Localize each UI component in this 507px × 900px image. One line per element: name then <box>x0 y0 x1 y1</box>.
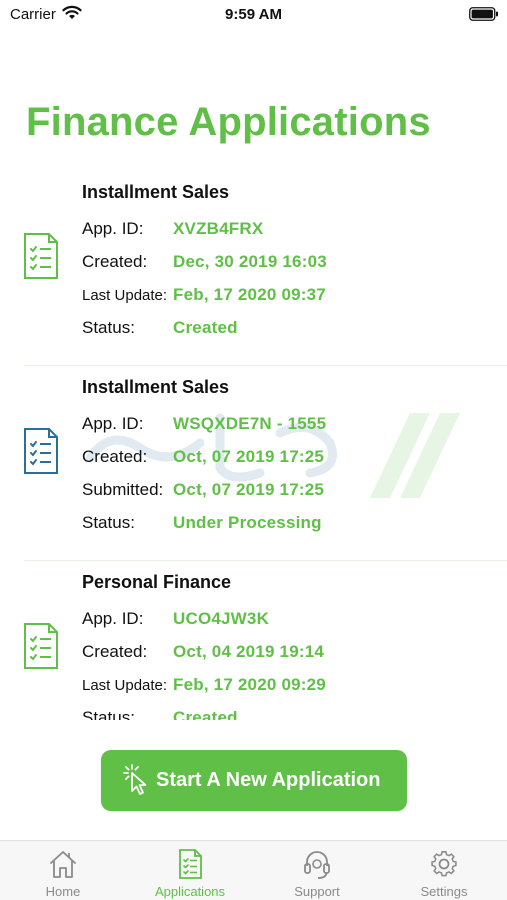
created-row: Created: Oct, 04 2019 19:14 <box>82 642 502 664</box>
document-list-icon <box>175 848 205 880</box>
home-icon <box>48 848 78 880</box>
field-label: Submitted: <box>82 480 164 499</box>
tab-label: Settings <box>420 884 468 899</box>
field-label: Created: <box>82 642 148 661</box>
status-value: Created <box>173 708 238 720</box>
clock: 9:59 AM <box>225 6 282 23</box>
field-value: UCO4JW3K <box>173 609 270 628</box>
application-type: Installment Sales <box>82 377 230 397</box>
field-value: XVZB4FRX <box>173 219 264 238</box>
document-list-icon <box>22 427 60 475</box>
tab-bar: Home Applications Support Settings <box>0 840 507 900</box>
last-update-row: Last Update: Feb, 17 2020 09:37 <box>82 285 502 307</box>
application-card[interactable]: Personal Finance App. ID: UCO4JW3K Creat… <box>0 562 507 720</box>
tab-support[interactable]: Support <box>254 841 380 900</box>
last-update-row: Last Update: Feb, 17 2020 09:29 <box>82 675 502 697</box>
battery-icon <box>469 7 499 26</box>
start-new-application-button[interactable]: Start A New Application <box>101 750 407 811</box>
application-type: Personal Finance <box>82 572 232 592</box>
status-row: Status: Created <box>82 708 502 720</box>
field-label: Status: <box>82 708 135 720</box>
application-card[interactable]: Installment Sales App. ID: WSQXDE7N - 15… <box>0 367 507 562</box>
field-value: Dec, 30 2019 16:03 <box>173 252 327 271</box>
app-id-row: App. ID: UCO4JW3K <box>82 609 502 631</box>
application-type: Installment Sales <box>82 182 230 202</box>
pointer-click-icon <box>121 764 151 796</box>
headset-icon <box>302 848 332 880</box>
tab-home[interactable]: Home <box>0 841 126 900</box>
applications-list[interactable]: Installment Sales App. ID: XVZB4FRX Crea… <box>0 172 507 720</box>
field-label: Status: <box>82 513 135 532</box>
application-card[interactable]: Installment Sales App. ID: XVZB4FRX Crea… <box>0 172 507 367</box>
tab-label: Home <box>45 884 81 899</box>
submitted-row: Submitted: Oct, 07 2019 17:25 <box>82 480 502 502</box>
field-label: Created: <box>82 447 148 466</box>
status-value: Under Processing <box>173 513 322 532</box>
divider <box>24 365 507 366</box>
status-value: Created <box>173 318 238 337</box>
created-row: Created: Dec, 30 2019 16:03 <box>82 252 502 274</box>
field-label: App. ID: <box>82 414 144 433</box>
app-id-row: App. ID: XVZB4FRX <box>82 219 502 241</box>
document-list-icon <box>22 232 60 280</box>
start-new-application-label: Start A New Application <box>156 769 381 791</box>
tab-settings[interactable]: Settings <box>381 841 507 900</box>
created-row: Created: Oct, 07 2019 17:25 <box>82 447 502 469</box>
field-label: Last Update: <box>82 677 168 694</box>
divider <box>24 560 507 561</box>
field-label: Last Update: <box>82 287 168 304</box>
field-value: Oct, 07 2019 17:25 <box>173 480 325 499</box>
status-row: Status: Under Processing <box>82 513 502 535</box>
page-title: Finance Applications <box>26 100 431 144</box>
field-value: WSQXDE7N - 1555 <box>173 414 327 433</box>
app-id-row: App. ID: WSQXDE7N - 1555 <box>82 414 502 436</box>
status-bar: Carrier 9:59 AM <box>0 0 507 30</box>
tab-label: Support <box>294 884 340 899</box>
tab-applications[interactable]: Applications <box>127 841 253 900</box>
tab-label: Applications <box>154 884 226 899</box>
status-row: Status: Created <box>82 318 502 340</box>
field-label: App. ID: <box>82 219 144 238</box>
gear-icon <box>429 848 459 880</box>
field-label: Created: <box>82 252 148 271</box>
field-value: Feb, 17 2020 09:29 <box>173 675 326 694</box>
field-label: App. ID: <box>82 609 144 628</box>
field-value: Feb, 17 2020 09:37 <box>173 285 326 304</box>
document-list-icon <box>22 622 60 670</box>
field-label: Status: <box>82 318 135 337</box>
field-value: Oct, 04 2019 19:14 <box>173 642 325 661</box>
field-value: Oct, 07 2019 17:25 <box>173 447 325 466</box>
